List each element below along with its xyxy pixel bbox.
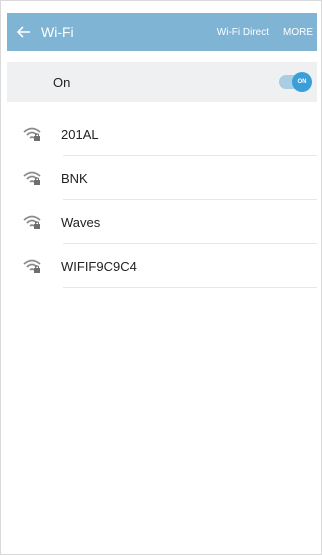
network-item[interactable]: Waves xyxy=(7,200,317,244)
network-name: 201AL xyxy=(61,126,99,142)
wifi-direct-button[interactable]: Wi-Fi Direct xyxy=(217,27,269,38)
screen: Wi-Fi Wi-Fi Direct MORE On ON 201AL BNK … xyxy=(0,0,322,555)
network-item[interactable]: 201AL xyxy=(7,112,317,156)
wifi-secured-icon xyxy=(15,112,49,156)
back-button[interactable] xyxy=(9,13,39,51)
network-list: 201AL BNK Waves WIFIF9C9C4 xyxy=(7,112,317,288)
network-item[interactable]: BNK xyxy=(7,156,317,200)
app-bar: Wi-Fi Wi-Fi Direct MORE xyxy=(7,13,317,51)
network-name: Waves xyxy=(61,214,101,230)
toggle-thumb: ON xyxy=(292,72,312,92)
wifi-secured-icon xyxy=(15,200,49,244)
wifi-toggle[interactable]: ON xyxy=(279,72,312,92)
wifi-master-switch-row[interactable]: On ON xyxy=(7,62,317,102)
network-item[interactable]: WIFIF9C9C4 xyxy=(7,244,317,288)
wifi-secured-icon xyxy=(15,244,49,288)
more-button[interactable]: MORE xyxy=(283,27,313,38)
wifi-switch-label: On xyxy=(53,74,71,90)
arrow-left-icon xyxy=(17,26,30,38)
page-title: Wi-Fi xyxy=(41,24,74,40)
network-name: BNK xyxy=(61,170,88,186)
network-name: WIFIF9C9C4 xyxy=(61,258,137,274)
wifi-secured-icon xyxy=(15,156,49,200)
